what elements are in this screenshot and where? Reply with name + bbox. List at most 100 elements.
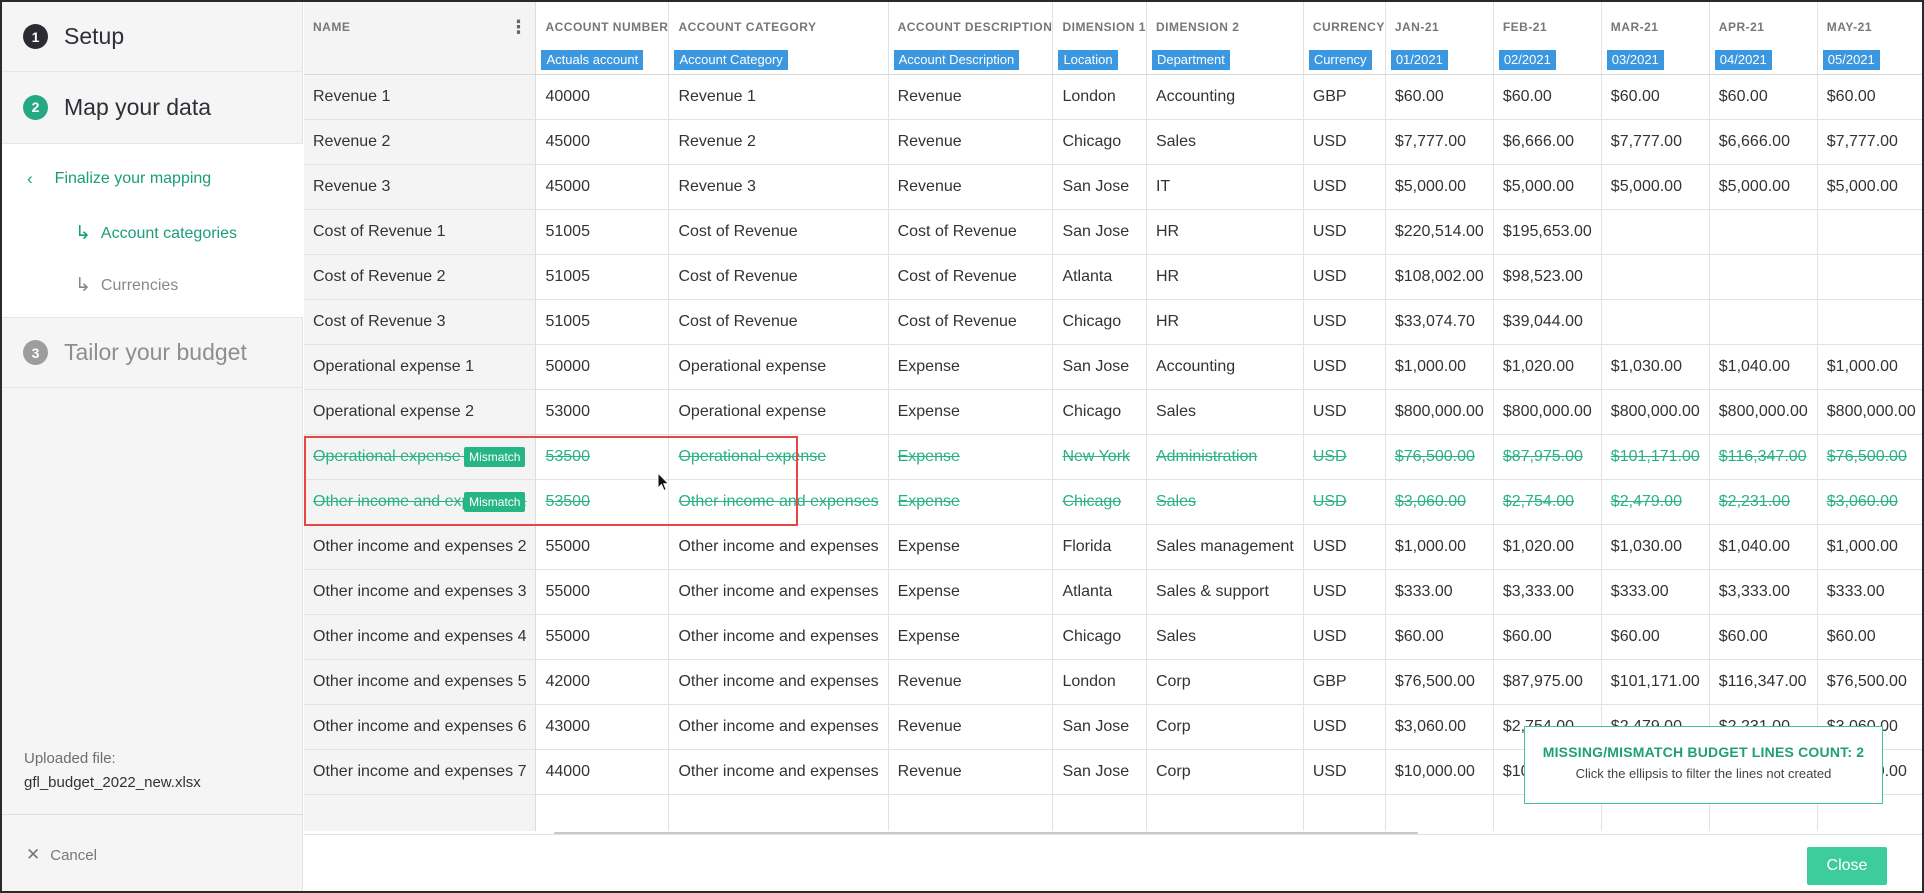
column-mapping-tag[interactable]: 05/2021 — [1822, 50, 1880, 70]
substep-finalize-mapping[interactable]: ‹ Finalize your mapping — [27, 169, 211, 189]
table-row[interactable]: Cost of Revenue 1 51005 Cost of Revenue Cos… — [304, 209, 1922, 255]
table-row[interactable]: Revenue 3 45000 Revenue 3 Revenue San Jose IT… — [304, 164, 1922, 210]
table-cell: Cost of Revenue 2 — [304, 254, 537, 300]
table-row[interactable]: Revenue 2 45000 Revenue 2 Revenue Chicago Sal… — [304, 119, 1922, 165]
table-cell — [1817, 254, 1922, 300]
table-cell: Cost of Revenue — [668, 299, 889, 345]
table-cell: $116,347.00 — [1709, 659, 1818, 705]
cell-text: $101,171.00 — [1610, 672, 1700, 690]
column-header[interactable]: FEB-21 02/2021 — [1493, 2, 1602, 75]
cell-text: $7,777.00 — [1394, 132, 1467, 150]
mapping-data-grid: NAME ⋮ ACCOUNT NUMBER Actuals account ACCOUN… — [304, 2, 1922, 832]
column-header[interactable]: ACCOUNT CATEGORY Account Category — [668, 2, 889, 75]
table-cell: $3,060.00 — [1385, 704, 1494, 750]
column-mapping-tag[interactable]: 01/2021 — [1390, 50, 1448, 70]
column-menu-ellipsis-icon[interactable]: ⋮ — [509, 18, 527, 36]
column-mapping-tag[interactable]: Account Description — [893, 50, 1020, 70]
table-cell — [1601, 254, 1710, 300]
cell-text: Cost of Revenue 2 — [313, 267, 446, 285]
column-header[interactable]: DIMENSION 1 Location — [1052, 2, 1147, 75]
table-row[interactable]: Operational expense 2 53000 Operational ex… — [304, 389, 1922, 435]
cell-text: Revenue — [897, 132, 962, 150]
column-header[interactable]: JAN-21 01/2021 — [1385, 2, 1494, 75]
cell-text: Cost of Revenue — [678, 267, 798, 285]
cell-text: $5,000.00 — [1718, 177, 1790, 195]
cell-text: $1,000.00 — [1394, 357, 1467, 375]
column-header[interactable]: MAR-21 03/2021 — [1601, 2, 1710, 75]
column-header[interactable]: APR-21 04/2021 — [1709, 2, 1818, 75]
cell-text: USD — [1312, 717, 1347, 735]
table-cell: $6,666.00 — [1709, 119, 1818, 165]
cell-text: $3,060.00 — [1394, 492, 1467, 510]
table-cell: $333.00 — [1385, 569, 1494, 615]
cell-text: $220,514.00 — [1394, 222, 1484, 240]
cancel-button[interactable]: ✕ Cancel — [26, 845, 97, 865]
column-mapping-tag[interactable]: 03/2021 — [1606, 50, 1664, 70]
column-mapping-tag[interactable]: 04/2021 — [1714, 50, 1772, 70]
table-cell: Revenue 2 — [668, 119, 889, 165]
column-header[interactable]: ACCOUNT NUMBER Actuals account — [535, 2, 670, 75]
cell-text: Revenue 2 — [313, 132, 391, 150]
step-setup[interactable]: 1 Setup — [2, 2, 303, 72]
cell-text: $60.00 — [1826, 627, 1876, 645]
column-header[interactable]: ACCOUNT DESCRIPTION Account Description — [888, 2, 1054, 75]
cell-text: Cost of Revenue — [897, 312, 1017, 330]
table-cell: $1,000.00 — [1385, 524, 1494, 570]
table-cell: New York — [1052, 434, 1147, 480]
column-mapping-tag[interactable]: Currency — [1308, 50, 1372, 70]
column-mapping-tag[interactable]: Location — [1058, 50, 1118, 70]
table-cell: $60.00 — [1709, 74, 1818, 120]
column-header[interactable]: MAY-21 05/2021 — [1817, 2, 1922, 75]
cell-text: USD — [1312, 402, 1347, 420]
table-row[interactable]: Revenue 1 40000 Revenue 1 Revenue London Acco… — [304, 74, 1922, 120]
table-cell: 55000 — [535, 614, 670, 660]
substep-account-categories[interactable]: ↳ Account categories — [75, 224, 237, 243]
cell-text: Sales — [1155, 627, 1196, 645]
column-header[interactable]: CURRENCY Currency — [1303, 2, 1386, 75]
cell-text: $7,777.00 — [1826, 132, 1898, 150]
table-row[interactable]: Other income and expenses 2 55000 Other in… — [304, 524, 1922, 570]
cell-text: $1,020.00 — [1502, 357, 1574, 375]
table-cell: $800,000.00 — [1601, 389, 1710, 435]
table-cell: Revenue — [888, 119, 1054, 165]
cell-text: USD — [1312, 312, 1347, 330]
table-row[interactable]: Other income and expenses 3 55000 Other in… — [304, 569, 1922, 615]
column-mapping-tag[interactable]: 02/2021 — [1498, 50, 1556, 70]
table-cell: IT — [1146, 164, 1304, 210]
cell-text: $2,754.00 — [1502, 492, 1574, 510]
column-mapping-tag[interactable]: Actuals account — [541, 50, 644, 70]
table-cell: Expense — [888, 479, 1054, 525]
column-header[interactable]: NAME ⋮ — [304, 2, 537, 75]
table-row[interactable]: Other income and expenses 4 55000 Other in… — [304, 614, 1922, 660]
table-cell: Chicago — [1052, 119, 1147, 165]
close-button[interactable]: Close — [1807, 847, 1887, 885]
cell-text: Operational expense — [678, 357, 827, 375]
column-mapping-tag[interactable]: Department — [1151, 50, 1230, 70]
table-cell: Cost of Revenue 1 — [304, 209, 537, 255]
step-number-badge: 2 — [23, 94, 48, 120]
table-cell: Other income and expenses — [668, 569, 889, 615]
step-tailor-your-budget[interactable]: 3 Tailor your budget — [2, 318, 303, 388]
table-cell: $3,333.00 — [1709, 569, 1818, 615]
substep-currencies[interactable]: ↳ Currencies — [75, 276, 178, 295]
table-cell: $60.00 — [1601, 614, 1710, 660]
close-icon: ✕ — [26, 845, 41, 864]
table-cell: HR — [1146, 209, 1304, 255]
table-row[interactable]: Cost of Revenue 3 51005 Cost of Revenue Cos… — [304, 299, 1922, 345]
column-mapping-tag[interactable]: Account Category — [674, 50, 788, 70]
table-row-mismatch[interactable]: Other income and expenses 1 Mismatch 53500… — [304, 479, 1922, 525]
table-cell: Revenue — [888, 659, 1054, 705]
table-cell: Chicago — [1052, 479, 1147, 525]
notification-description: Click the ellipsis to filter the lines n… — [1575, 766, 1832, 781]
table-row[interactable]: Other income and expenses 5 42000 Other in… — [304, 659, 1922, 705]
table-cell: Operational expense — [668, 434, 889, 480]
table-row[interactable]: Operational expense 1 50000 Operational ex… — [304, 344, 1922, 390]
table-cell: $76,500.00 — [1385, 434, 1494, 480]
cell-text: Sales — [1155, 492, 1196, 510]
cell-text: $333.00 — [1610, 582, 1669, 600]
table-cell: $5,000.00 — [1601, 164, 1710, 210]
column-header[interactable]: DIMENSION 2 Department — [1146, 2, 1304, 75]
table-row-mismatch[interactable]: Operational expense 3 Mismatch 53500 Operat… — [304, 434, 1922, 480]
table-row[interactable]: Cost of Revenue 2 51005 Cost of Revenue Cos… — [304, 254, 1922, 300]
step-map-your-data[interactable]: 2 Map your data — [2, 72, 303, 142]
